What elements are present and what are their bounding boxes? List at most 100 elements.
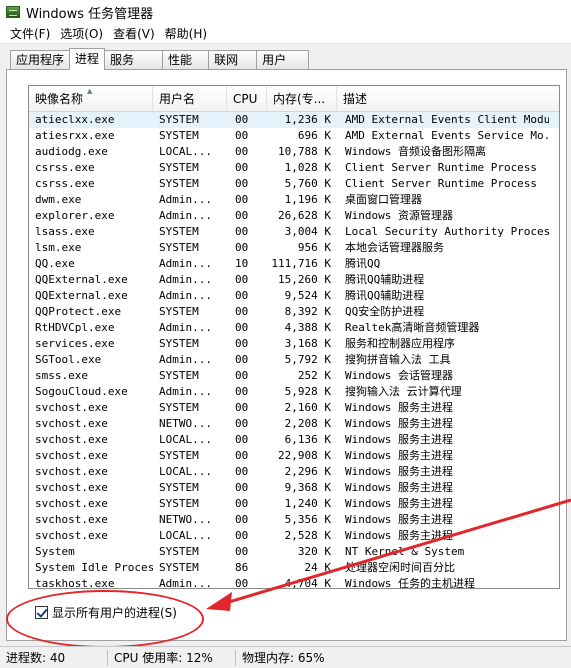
process-memory: 2,528 K (284, 529, 331, 542)
process-memory: 9,524 K (284, 289, 331, 302)
table-row[interactable]: taskhost.exe Admin... 00 4,704 K Windows 任务的… (29, 576, 559, 589)
process-memory: 5,356 K (284, 513, 331, 526)
column-description[interactable]: 描述 (337, 86, 559, 112)
process-user-name: SYSTEM (159, 401, 199, 414)
process-image-name: dwm.exe (35, 193, 82, 206)
table-row[interactable]: QQProtect.exe SYSTEM 00 8,392 K QQ安全防护进程 (29, 304, 559, 320)
vertical-scrollbar[interactable] (551, 112, 559, 588)
table-row[interactable]: QQ.exe Admin... 10 111,716 K 腾讯QQ (29, 256, 559, 272)
process-memory: 1,240 K (284, 497, 331, 510)
table-row[interactable]: atiesrxx.exe SYSTEM 00 696 K AMD External Ev… (29, 128, 559, 144)
show-all-checkbox[interactable] (35, 606, 48, 619)
process-memory: 15,260 K (278, 273, 331, 286)
column-cpu[interactable]: CPU (227, 86, 267, 112)
table-row[interactable]: atieclxx.exe SYSTEM 00 1,236 K AMD External … (29, 112, 559, 128)
table-row[interactable]: csrss.exe SYSTEM 00 1,028 K Client Server Ru… (29, 160, 559, 176)
process-cpu: 00 (235, 289, 249, 302)
menu-bar: 文件(F) 选项(O) 查看(V) 帮助(H) (0, 24, 571, 44)
process-cpu: 00 (235, 113, 249, 126)
process-description: Windows 服务主进程 (345, 529, 453, 542)
process-description: 桌面窗口管理器 (345, 193, 422, 206)
process-image-name: lsm.exe (35, 241, 82, 254)
process-image-name: svchost.exe (35, 497, 108, 510)
table-row[interactable]: dwm.exe Admin... 00 1,196 K 桌面窗口管理器 (29, 192, 559, 208)
table-row[interactable]: svchost.exe NETWO... 00 5,356 K Windows 服务主进… (29, 512, 559, 528)
tab-users[interactable]: 用户 (256, 50, 310, 70)
process-description: 腾讯QQ辅助进程 (345, 289, 425, 302)
table-row[interactable]: services.exe SYSTEM 00 3,168 K 服务和控制器应用程序 (29, 336, 559, 352)
menu-view[interactable]: 查看(V) (109, 25, 161, 42)
process-image-name: csrss.exe (35, 177, 95, 190)
process-cpu: 00 (235, 193, 249, 206)
table-row[interactable]: RtHDVCpl.exe Admin... 00 4,388 K Realtek高清晰音… (29, 320, 559, 336)
process-memory: 9,368 K (284, 481, 331, 494)
process-cpu: 00 (235, 241, 249, 254)
process-memory: 22,908 K (278, 449, 331, 462)
process-list[interactable]: ▲ 映像名称 用户名 CPU 内存(专... 描述 atieclxx.exe SY… (28, 85, 560, 589)
table-row[interactable]: svchost.exe NETWO... 00 2,208 K Windows 服务主进… (29, 416, 559, 432)
process-description: Windows 服务主进程 (345, 433, 453, 446)
process-image-name: svchost.exe (35, 433, 108, 446)
process-cpu: 00 (235, 433, 249, 446)
process-user-name: Admin... (159, 257, 212, 270)
process-rows: atieclxx.exe SYSTEM 00 1,236 K AMD External … (29, 112, 559, 589)
process-user-name: LOCAL... (159, 145, 212, 158)
process-user-name: LOCAL... (159, 465, 212, 478)
table-row[interactable]: System Idle Process SYSTEM 86 24 K 处理器空闲时间百分… (29, 560, 559, 576)
tab-applications[interactable]: 应用程序 (10, 50, 71, 70)
table-row[interactable]: lsm.exe SYSTEM 00 956 K 本地会话管理器服务 (29, 240, 559, 256)
process-memory: 956 K (297, 241, 331, 254)
process-user-name: LOCAL... (159, 529, 212, 542)
menu-file[interactable]: 文件(F) (6, 25, 56, 42)
table-row[interactable]: svchost.exe SYSTEM 00 2,160 K Windows 服务主进程 (29, 400, 559, 416)
table-row[interactable]: svchost.exe SYSTEM 00 9,368 K Windows 服务主进程 (29, 480, 559, 496)
table-row[interactable]: smss.exe SYSTEM 00 252 K Windows 会话管理器 (29, 368, 559, 384)
table-row[interactable]: QQExternal.exe Admin... 00 9,524 K 腾讯QQ辅助进程 (29, 288, 559, 304)
process-image-name: svchost.exe (35, 465, 108, 478)
table-row[interactable]: svchost.exe LOCAL... 00 2,528 K Windows 服务主进… (29, 528, 559, 544)
process-cpu: 00 (235, 305, 249, 318)
process-image-name: taskhost.exe (35, 577, 115, 589)
menu-help[interactable]: 帮助(H) (161, 25, 213, 42)
menu-options[interactable]: 选项(O) (56, 25, 109, 42)
process-user-name: Admin... (159, 273, 212, 286)
table-row[interactable]: lsass.exe SYSTEM 00 3,004 K Local Security A… (29, 224, 559, 240)
process-description: Windows 服务主进程 (345, 449, 453, 462)
table-row[interactable]: explorer.exe Admin... 00 26,628 K Windows 资源… (29, 208, 559, 224)
process-user-name: Admin... (159, 321, 212, 334)
table-row[interactable]: audiodg.exe LOCAL... 00 10,788 K Windows 音频设… (29, 144, 559, 160)
column-image-name[interactable]: ▲ 映像名称 (29, 86, 153, 112)
process-description: Windows 服务主进程 (345, 417, 453, 430)
table-row[interactable]: SogouCloud.exe Admin... 00 5,928 K 搜狗输入法 云计算… (29, 384, 559, 400)
process-user-name: Admin... (159, 209, 212, 222)
show-all-processes[interactable]: 显示所有用户的进程(S) (35, 604, 177, 621)
table-row[interactable]: System SYSTEM 00 320 K NT Kernel & System (29, 544, 559, 560)
tab-networking[interactable]: 联网 (208, 50, 258, 70)
process-memory: 4,388 K (284, 321, 331, 334)
sort-up-icon: ▲ (87, 87, 93, 95)
table-row[interactable]: svchost.exe SYSTEM 00 22,908 K Windows 服务主进程 (29, 448, 559, 464)
process-memory: 2,296 K (284, 465, 331, 478)
column-memory[interactable]: 内存(专... (267, 86, 337, 112)
process-description: Windows 服务主进程 (345, 513, 453, 526)
process-description: 搜狗拼音输入法 工具 (345, 353, 451, 366)
tab-processes[interactable]: 进程 (69, 48, 106, 70)
tab-performance[interactable]: 性能 (162, 50, 210, 70)
table-row[interactable]: QQExternal.exe Admin... 00 15,260 K 腾讯QQ辅助进程 (29, 272, 559, 288)
table-row[interactable]: csrss.exe SYSTEM 00 5,760 K Client Server Ru… (29, 176, 559, 192)
process-cpu: 00 (235, 209, 249, 222)
process-image-name: SogouCloud.exe (35, 385, 128, 398)
table-row[interactable]: svchost.exe LOCAL... 00 6,136 K Windows 服务主进… (29, 432, 559, 448)
process-description: 本地会话管理器服务 (345, 241, 444, 254)
process-description: Windows 服务主进程 (345, 497, 453, 510)
process-cpu: 00 (235, 177, 249, 190)
process-memory: 5,760 K (284, 177, 331, 190)
title-bar: Windows 任务管理器 (0, 0, 571, 24)
process-memory: 3,004 K (284, 225, 331, 238)
column-user-name[interactable]: 用户名 (153, 86, 227, 112)
tab-services[interactable]: 服务 (104, 50, 164, 70)
table-row[interactable]: svchost.exe LOCAL... 00 2,296 K Windows 服务主进… (29, 464, 559, 480)
process-cpu: 00 (235, 273, 249, 286)
table-row[interactable]: SGTool.exe Admin... 00 5,792 K 搜狗拼音输入法 工具 (29, 352, 559, 368)
table-row[interactable]: svchost.exe SYSTEM 00 1,240 K Windows 服务主进程 (29, 496, 559, 512)
